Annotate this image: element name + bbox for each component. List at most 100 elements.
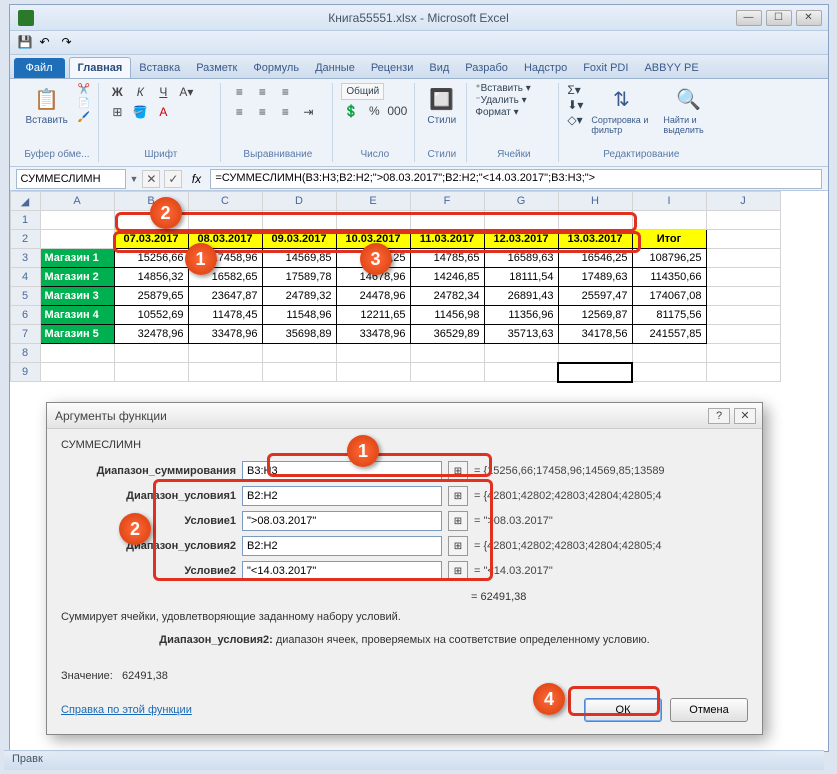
data-cell[interactable]: 12569,87 (558, 306, 632, 325)
indent-icon[interactable]: ⇥ (298, 103, 318, 121)
tab-home[interactable]: Главная (69, 57, 132, 78)
align-right-icon[interactable]: ≡ (275, 103, 295, 121)
data-cell[interactable]: 32478,96 (114, 325, 188, 344)
italic-icon[interactable]: К (130, 83, 150, 101)
data-cell[interactable]: 25597,47 (558, 287, 632, 306)
col-header[interactable]: A (40, 192, 114, 211)
border-icon[interactable]: ⊞ (107, 103, 127, 121)
font-size-dropdown[interactable]: A▾ (176, 83, 196, 101)
col-header[interactable]: J (706, 192, 780, 211)
total-cell[interactable]: 174067,08 (632, 287, 706, 306)
copy-icon[interactable]: 📄 (76, 97, 92, 110)
clear-icon[interactable]: ◇▾ (567, 113, 583, 127)
total-cell[interactable]: 108796,25 (632, 249, 706, 268)
col-header[interactable]: G (484, 192, 558, 211)
format-cells-button[interactable]: Формат ▾ (475, 107, 518, 118)
total-cell[interactable]: 81175,56 (632, 306, 706, 325)
row-header[interactable]: 8 (10, 344, 40, 363)
col-header[interactable]: C (188, 192, 262, 211)
row-header[interactable]: 9 (10, 363, 40, 382)
row-header[interactable]: 4 (10, 268, 40, 287)
tab-layout[interactable]: Разметк (188, 58, 245, 78)
font-color-icon[interactable]: A (153, 103, 173, 121)
maximize-button[interactable]: ☐ (766, 10, 792, 26)
tab-abbyy[interactable]: ABBYY PE (636, 58, 706, 78)
tab-file[interactable]: Файл (14, 58, 65, 78)
date-cell[interactable]: 11.03.2017 (410, 230, 484, 249)
align-bottom-icon[interactable]: ≡ (275, 83, 295, 101)
sort-filter-button[interactable]: ⇅ Сортировка и фильтр (587, 83, 655, 137)
row-header[interactable]: 7 (10, 325, 40, 344)
autosum-icon[interactable]: Σ▾ (567, 83, 583, 97)
data-cell[interactable]: 12211,65 (336, 306, 410, 325)
col-header[interactable]: I (632, 192, 706, 211)
number-format-dropdown[interactable]: Общий (341, 83, 384, 100)
find-select-button[interactable]: 🔍 Найти и выделить (659, 83, 717, 137)
tab-view[interactable]: Вид (421, 58, 457, 78)
tab-foxit[interactable]: Foxit PDI (575, 58, 636, 78)
data-cell[interactable]: 35713,63 (484, 325, 558, 344)
dialog-title-bar[interactable]: Аргументы функции ? ✕ (47, 403, 762, 429)
total-cell[interactable]: 114350,66 (632, 268, 706, 287)
tab-developer[interactable]: Разрабо (457, 58, 516, 78)
arg-input[interactable] (242, 511, 442, 531)
range-select-icon[interactable]: ⊞ (448, 561, 468, 581)
name-box[interactable] (16, 169, 126, 189)
store-name-cell[interactable]: Магазин 5 (40, 325, 114, 344)
row-header[interactable]: 6 (10, 306, 40, 325)
data-cell[interactable]: 14246,85 (410, 268, 484, 287)
align-left-icon[interactable]: ≡ (229, 103, 249, 121)
redo-icon[interactable]: ↷ (62, 35, 78, 51)
cancel-formula-icon[interactable]: ✕ (142, 170, 160, 188)
align-top-icon[interactable]: ≡ (229, 83, 249, 101)
data-cell[interactable]: 15256,66 (114, 249, 188, 268)
tab-data[interactable]: Данные (307, 58, 363, 78)
cancel-button[interactable]: Отмена (670, 698, 748, 722)
ok-button[interactable]: ОК (584, 698, 662, 722)
data-cell[interactable]: 17489,63 (558, 268, 632, 287)
col-header[interactable]: E (336, 192, 410, 211)
store-name-cell[interactable]: Магазин 3 (40, 287, 114, 306)
range-select-icon[interactable]: ⊞ (448, 461, 468, 481)
data-cell[interactable]: 33478,96 (336, 325, 410, 344)
data-cell[interactable]: 18111,54 (484, 268, 558, 287)
minimize-button[interactable]: — (736, 10, 762, 26)
store-name-cell[interactable]: Магазин 4 (40, 306, 114, 325)
data-cell[interactable]: 11548,96 (262, 306, 336, 325)
col-header[interactable]: F (410, 192, 484, 211)
fill-icon[interactable]: ⬇▾ (567, 98, 583, 112)
fill-color-icon[interactable]: 🪣 (130, 103, 150, 121)
range-select-icon[interactable]: ⊞ (448, 511, 468, 531)
data-cell[interactable]: 14785,65 (410, 249, 484, 268)
active-cell[interactable] (558, 363, 632, 382)
data-cell[interactable]: 16546,25 (558, 249, 632, 268)
tab-addins[interactable]: Надстро (516, 58, 575, 78)
date-cell[interactable]: 12.03.2017 (484, 230, 558, 249)
tab-review[interactable]: Рецензи (363, 58, 422, 78)
date-cell[interactable]: 13.03.2017 (558, 230, 632, 249)
format-painter-icon[interactable]: 🖌️ (76, 111, 92, 124)
arg-input[interactable] (242, 561, 442, 581)
data-cell[interactable]: 14856,32 (114, 268, 188, 287)
bold-icon[interactable]: Ж (107, 83, 127, 101)
row-header[interactable]: 1 (10, 211, 40, 230)
data-cell[interactable]: 34178,56 (558, 325, 632, 344)
data-cell[interactable]: 35698,89 (262, 325, 336, 344)
data-cell[interactable]: 11456,98 (410, 306, 484, 325)
range-select-icon[interactable]: ⊞ (448, 486, 468, 506)
formula-input[interactable]: =СУММЕСЛИМН(B3:H3;B2:H2;">08.03.2017";B2… (210, 169, 821, 189)
date-cell[interactable]: 07.03.2017 (114, 230, 188, 249)
delete-cells-button[interactable]: ⁻Удалить ▾ (475, 95, 526, 106)
data-cell[interactable]: 33478,96 (188, 325, 262, 344)
select-all-cell[interactable]: ◢ (10, 192, 40, 211)
data-cell[interactable]: 24478,96 (336, 287, 410, 306)
accept-formula-icon[interactable]: ✓ (164, 170, 182, 188)
tab-formulas[interactable]: Формуль (245, 58, 307, 78)
fx-icon[interactable]: fx (186, 172, 206, 186)
arg-input[interactable] (242, 486, 442, 506)
comma-icon[interactable]: 000 (387, 102, 407, 120)
data-cell[interactable]: 17589,78 (262, 268, 336, 287)
paste-button[interactable]: 📋 Вставить (22, 83, 72, 128)
total-header-cell[interactable]: Итог (632, 230, 706, 249)
percent-icon[interactable]: % (364, 102, 384, 120)
